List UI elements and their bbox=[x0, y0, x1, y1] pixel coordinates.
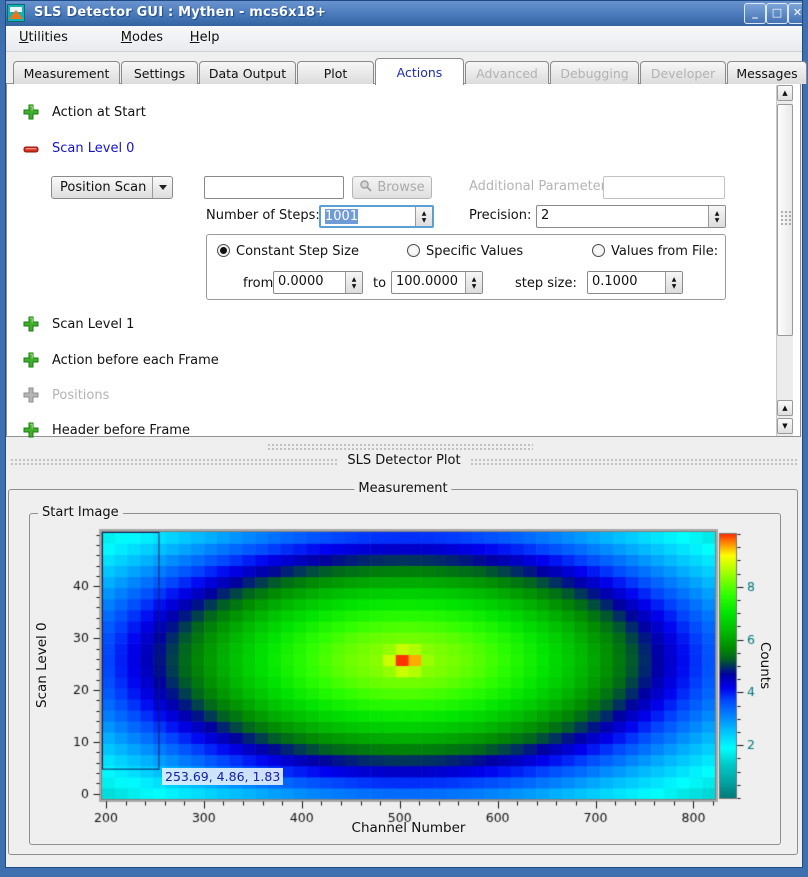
chevron-down-icon bbox=[159, 185, 167, 190]
number-of-steps-spinbox[interactable]: 1001 ▲▼ bbox=[319, 205, 434, 228]
specific-values-radio[interactable] bbox=[407, 244, 420, 257]
scan-level-1-label[interactable]: Scan Level 1 bbox=[52, 317, 134, 332]
menu-modes[interactable]: Modes bbox=[121, 30, 163, 45]
collapse-minus-icon[interactable] bbox=[23, 141, 39, 157]
measurement-group: Measurement Start Image Scan Level 0 Cha… bbox=[8, 489, 798, 855]
expand-plus-icon-disabled bbox=[23, 387, 39, 403]
constant-step-label[interactable]: Constant Step Size bbox=[236, 244, 359, 259]
action-before-frame-label[interactable]: Action before each Frame bbox=[52, 353, 219, 368]
browse-magnifier-icon bbox=[359, 179, 373, 197]
scrollbar-grip bbox=[780, 210, 791, 226]
spin-up-button[interactable]: ▲ bbox=[715, 210, 720, 217]
step-size-value[interactable]: 0.1000 bbox=[588, 272, 665, 293]
plot-dock-titlebar[interactable]: SLS Detector Plot bbox=[5, 453, 803, 471]
precision-spinbox[interactable]: 2 ▲▼ bbox=[536, 205, 726, 228]
combo-dropdown-button[interactable] bbox=[152, 177, 172, 198]
spin-down-button[interactable]: ▼ bbox=[672, 283, 677, 290]
values-from-file-radio[interactable] bbox=[592, 244, 605, 257]
scrollbar-thumb[interactable] bbox=[777, 104, 793, 336]
spin-up-button[interactable]: ▲ bbox=[472, 276, 477, 283]
scroll-down-button[interactable]: ▼ bbox=[777, 418, 793, 434]
header-before-frame-label[interactable]: Header before Frame bbox=[52, 423, 190, 438]
expand-plus-icon[interactable] bbox=[23, 104, 39, 120]
tab-bar: MeasurementSettingsData OutputPlotAction… bbox=[13, 57, 808, 84]
step-size-label: step size: bbox=[515, 276, 577, 291]
action-at-start-label[interactable]: Action at Start bbox=[52, 105, 146, 120]
expand-plus-icon[interactable] bbox=[23, 422, 39, 438]
scan-mode-select[interactable]: Position Scan bbox=[51, 176, 173, 199]
from-value[interactable]: 0.0000 bbox=[274, 272, 345, 293]
spin-down-button[interactable]: ▼ bbox=[422, 217, 427, 224]
step-mode-group: Constant Step Size Specific Values Value… bbox=[206, 234, 726, 300]
splitter-handle[interactable] bbox=[267, 443, 533, 450]
menu-help[interactable]: Help bbox=[190, 30, 220, 45]
plot-dock-title: SLS Detector Plot bbox=[337, 453, 470, 468]
constant-step-radio[interactable] bbox=[217, 244, 230, 257]
tab-measurement[interactable]: Measurement bbox=[13, 61, 120, 84]
spin-down-button[interactable]: ▼ bbox=[472, 283, 477, 290]
precision-label: Precision: bbox=[469, 208, 531, 223]
minimize-button[interactable]: _ bbox=[744, 3, 766, 24]
menu-utilities[interactable]: Utilities bbox=[19, 30, 68, 45]
spin-down-button[interactable]: ▼ bbox=[352, 283, 357, 290]
tab-settings[interactable]: Settings bbox=[121, 61, 198, 84]
values-from-file-label[interactable]: Values from File: bbox=[611, 244, 718, 259]
colorbar-title: Counts bbox=[756, 534, 774, 798]
to-spinbox[interactable]: 100.0000 ▲▼ bbox=[391, 271, 483, 294]
scroll-up-button[interactable]: ▲ bbox=[777, 85, 793, 101]
scan-script-input[interactable] bbox=[204, 176, 344, 199]
additional-parameter-label: Additional Parameter: bbox=[469, 179, 610, 194]
actions-panel: Action at Start Scan Level 0 Position Sc… bbox=[6, 83, 801, 437]
close-button[interactable]: ✕ bbox=[788, 3, 807, 24]
vertical-scrollbar[interactable]: ▲ ▲ ▼ bbox=[776, 85, 793, 436]
title-bar[interactable]: SLS Detector GUI : Mythen - mcs6x18+ _ □… bbox=[0, 0, 808, 27]
maximize-button[interactable]: □ bbox=[766, 3, 788, 24]
app-icon bbox=[7, 4, 25, 22]
tab-messages[interactable]: Messages bbox=[727, 61, 807, 84]
number-of-steps-label: Number of Steps: bbox=[206, 208, 320, 223]
to-label: to bbox=[373, 276, 386, 291]
precision-value[interactable]: 2 bbox=[537, 206, 708, 227]
heatmap-plot-canvas[interactable] bbox=[30, 514, 782, 846]
additional-parameter-input[interactable] bbox=[603, 176, 725, 199]
menu-bar: Utilities Modes Help bbox=[5, 26, 803, 52]
number-of-steps-value[interactable]: 1001 bbox=[325, 209, 358, 224]
positions-label: Positions bbox=[52, 388, 109, 403]
expand-plus-icon[interactable] bbox=[23, 352, 39, 368]
expand-plus-icon[interactable] bbox=[23, 316, 39, 332]
tab-actions[interactable]: Actions bbox=[375, 58, 464, 85]
from-label: from bbox=[243, 276, 273, 291]
scroll-up-button[interactable]: ▲ bbox=[777, 400, 793, 416]
tab-debugging[interactable]: Debugging bbox=[550, 61, 639, 84]
x-axis-title: Channel Number bbox=[102, 820, 715, 836]
browse-button-label: Browse bbox=[377, 180, 424, 195]
start-image-group: Start Image Scan Level 0 Channel Number … bbox=[29, 513, 781, 845]
spin-up-button[interactable]: ▲ bbox=[672, 276, 677, 283]
step-size-spinbox[interactable]: 0.1000 ▲▼ bbox=[587, 271, 683, 294]
to-value[interactable]: 100.0000 bbox=[392, 272, 465, 293]
scan-level-0-label[interactable]: Scan Level 0 bbox=[52, 141, 134, 156]
plot-position-tooltip: 253.69, 4.86, 1.83 bbox=[162, 768, 283, 785]
tab-plot[interactable]: Plot bbox=[297, 61, 374, 84]
spin-up-button[interactable]: ▲ bbox=[352, 276, 357, 283]
window-title: SLS Detector GUI : Mythen - mcs6x18+ bbox=[34, 5, 326, 20]
tab-data-output[interactable]: Data Output bbox=[199, 61, 296, 84]
y-axis-title: Scan Level 0 bbox=[32, 532, 52, 799]
browse-button[interactable]: Browse bbox=[352, 176, 432, 199]
from-spinbox[interactable]: 0.0000 ▲▼ bbox=[273, 271, 363, 294]
measurement-group-title: Measurement bbox=[354, 481, 451, 496]
tab-developer[interactable]: Developer bbox=[640, 61, 726, 84]
spin-up-button[interactable]: ▲ bbox=[422, 210, 427, 217]
tab-advanced[interactable]: Advanced bbox=[465, 61, 549, 84]
specific-values-label[interactable]: Specific Values bbox=[426, 244, 523, 259]
scan-mode-value: Position Scan bbox=[52, 180, 152, 195]
spin-down-button[interactable]: ▼ bbox=[715, 217, 720, 224]
